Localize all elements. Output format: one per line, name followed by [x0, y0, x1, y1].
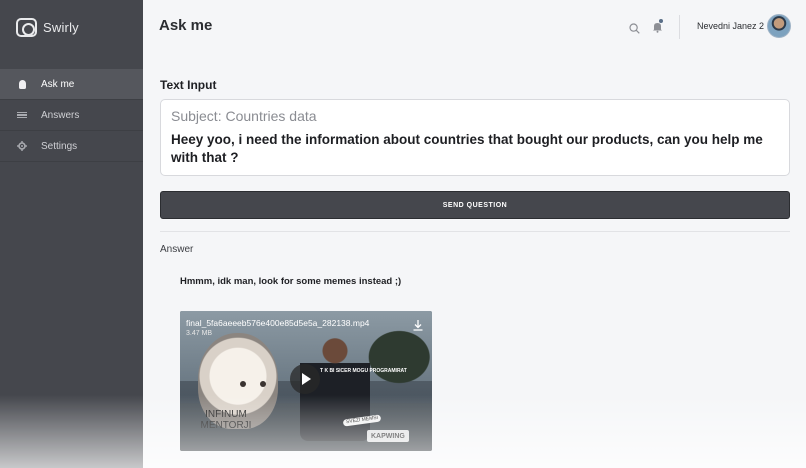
list-icon — [17, 110, 27, 120]
sidebar-item-label: Answers — [41, 109, 80, 121]
sidebar-item-settings[interactable]: Settings — [0, 131, 143, 162]
user-name[interactable]: Nevedni Janez 2 — [697, 21, 764, 31]
watermark-label: KAPWING — [371, 432, 405, 440]
sidebar-nav: Ask me Answers Settings — [0, 69, 143, 162]
answer-label: Answer — [160, 244, 194, 255]
video-caption: INFINUM MENTORJI — [200, 409, 252, 431]
header-divider — [679, 15, 680, 39]
play-button[interactable] — [290, 364, 320, 394]
sidebar-item-label: Settings — [41, 140, 78, 152]
brand[interactable]: Swirly — [16, 16, 79, 38]
answer-text: Hmmm, idk man, look for some memes inste… — [180, 276, 402, 287]
notification-bell-icon[interactable] — [652, 19, 663, 33]
sidebar: Swirly Ask me Answers Settings — [0, 0, 143, 468]
sidebar-item-answers[interactable]: Answers — [0, 100, 143, 131]
kapwing-watermark: KAPWING — [367, 430, 409, 442]
download-icon[interactable] — [412, 318, 424, 331]
subject-field[interactable]: Subject: Countries data — [171, 108, 317, 124]
sidebar-item-ask-me[interactable]: Ask me — [0, 69, 143, 100]
avatar[interactable] — [767, 14, 791, 38]
top-header: Ask me Nevedni Janez 2 — [143, 0, 806, 53]
video-filename: final_5fa6aeeeb576e400e85d5e5a_282138.mp… — [186, 318, 370, 328]
page-title: Ask me — [159, 17, 213, 34]
gear-icon — [17, 141, 27, 151]
section-title: Text Input — [160, 78, 217, 92]
search-icon[interactable] — [629, 21, 640, 34]
text-input-card[interactable]: Subject: Countries data Heey yoo, i need… — [160, 99, 790, 176]
video-attachment[interactable]: final_5fa6aeeeb576e400e85d5e5a_282138.mp… — [180, 311, 432, 451]
swirly-logo-icon — [16, 17, 37, 37]
video-file-size: 3.47 MB — [186, 330, 213, 337]
question-textarea[interactable]: Heey yoo, i need the information about c… — [171, 131, 771, 167]
video-overlay-text: T K BI SICER MOGU PROGRAMIRAT — [320, 368, 407, 374]
notification-dot — [659, 19, 663, 23]
lightbulb-icon — [17, 79, 27, 89]
sidebar-item-label: Ask me — [41, 78, 75, 90]
send-question-button[interactable]: SEND QUESTION — [160, 191, 790, 219]
content-divider — [160, 231, 790, 232]
app-name: Swirly — [43, 19, 79, 35]
